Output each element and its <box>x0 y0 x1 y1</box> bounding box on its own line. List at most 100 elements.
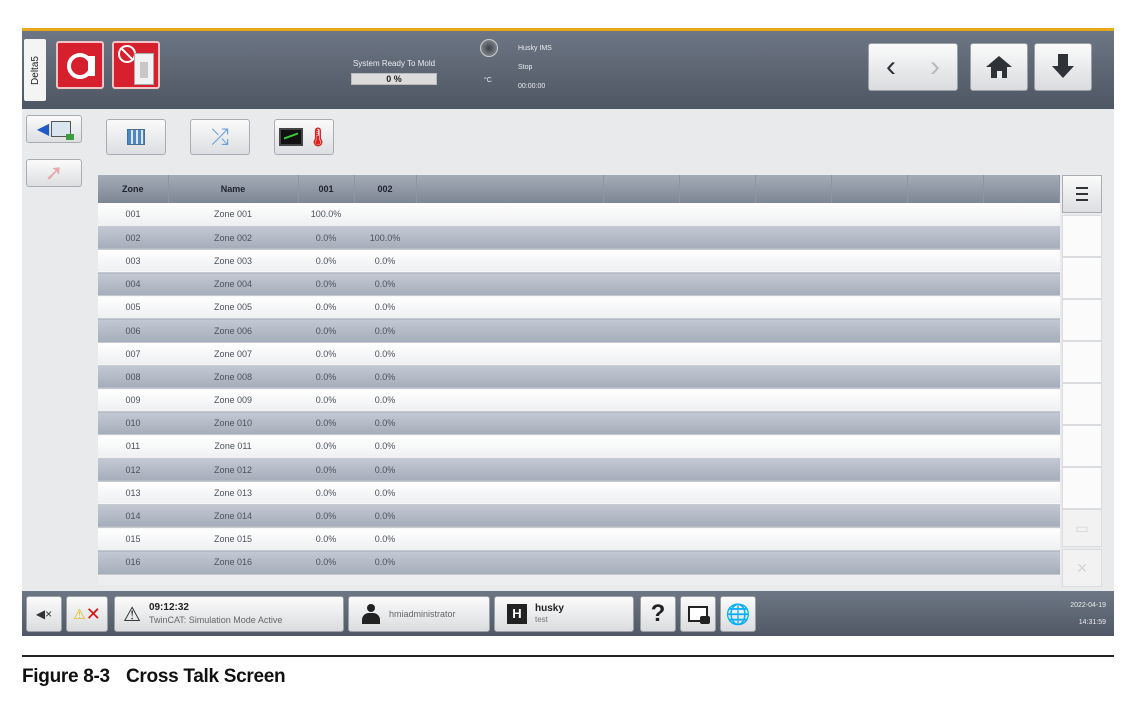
cell-002[interactable]: 100.0% <box>354 226 416 250</box>
table-row[interactable]: 003 Zone 003 0.0% 0.0% <box>98 249 1060 274</box>
side-slot[interactable] <box>1062 425 1102 467</box>
cell-002[interactable]: 0.0% <box>354 527 416 552</box>
mute-button[interactable]: ◀× <box>26 596 62 632</box>
message-button[interactable]: ⚠ 09:12:32 TwinCAT: Simulation Mode Acti… <box>114 596 344 632</box>
table-row[interactable]: 010 Zone 010 0.0% 0.0% <box>98 411 1060 436</box>
network-back-button[interactable]: ◀ <box>26 115 82 143</box>
cell-empty <box>831 318 908 343</box>
delta-tab[interactable]: Delta5 <box>24 39 46 101</box>
cell-002[interactable]: 0.0% <box>354 550 416 575</box>
cell-001[interactable]: 0.0% <box>298 481 354 505</box>
table-row[interactable]: 005 Zone 005 0.0% 0.0% <box>98 295 1060 320</box>
side-slot[interactable] <box>1062 299 1102 341</box>
cell-002[interactable]: 0.0% <box>354 458 416 482</box>
monitor-temperature-button[interactable]: 🌡 <box>274 119 334 155</box>
side-slot[interactable] <box>1062 383 1102 425</box>
cell-001[interactable]: 0.0% <box>298 249 354 274</box>
cell-001[interactable]: 0.0% <box>298 458 354 482</box>
cell-001[interactable]: 0.0% <box>298 318 354 343</box>
cell-001[interactable]: 0.0% <box>298 272 354 297</box>
cell-001[interactable]: 0.0% <box>298 504 354 529</box>
cell-002[interactable]: 0.0% <box>354 342 416 366</box>
cell-002[interactable]: 0.0% <box>354 249 416 274</box>
table-row[interactable]: 004 Zone 004 0.0% 0.0% <box>98 272 1060 297</box>
table-row[interactable]: 012 Zone 012 0.0% 0.0% <box>98 458 1060 482</box>
cell-zone: 011 <box>98 434 168 459</box>
help-button[interactable]: ? <box>640 596 676 632</box>
table-row[interactable]: 001 Zone 001 100.0% <box>98 203 1060 227</box>
cell-001[interactable]: 100.0% <box>298 203 354 227</box>
mold-status-button[interactable] <box>112 41 160 89</box>
forward-button[interactable]: › <box>913 52 957 82</box>
cell-001[interactable]: 0.0% <box>298 434 354 459</box>
cell-001[interactable]: 0.0% <box>298 226 354 250</box>
help-icon: ? <box>650 600 666 627</box>
cell-empty <box>831 226 908 250</box>
cell-002[interactable]: 0.0% <box>354 504 416 529</box>
warning-icon: ⚠ <box>123 603 141 626</box>
cell-001[interactable]: 0.0% <box>298 550 354 575</box>
cell-002[interactable]: 0.0% <box>354 295 416 320</box>
cell-002[interactable]: 0.0% <box>354 365 416 390</box>
screenshot-button[interactable] <box>680 596 716 632</box>
cell-001[interactable]: 0.0% <box>298 295 354 320</box>
caption-rule <box>22 655 1114 657</box>
table-row[interactable]: 016 Zone 016 0.0% 0.0% <box>98 550 1060 575</box>
table-row[interactable]: 011 Zone 011 0.0% 0.0% <box>98 434 1060 459</box>
side-slot[interactable] <box>1062 467 1102 509</box>
user-button[interactable]: hmiadministrator <box>348 596 490 632</box>
cell-zone: 006 <box>98 318 168 343</box>
cell-001[interactable]: 0.0% <box>298 527 354 552</box>
cell-empty <box>755 550 832 575</box>
cell-002[interactable]: 0.0% <box>354 481 416 505</box>
table-view-button[interactable] <box>106 119 166 155</box>
cell-empty <box>983 203 1060 227</box>
cell-002[interactable]: 0.0% <box>354 388 416 413</box>
cell-002[interactable]: 0.0% <box>354 411 416 436</box>
alarm-button[interactable]: ⚠ ✕ <box>66 596 108 632</box>
download-button[interactable] <box>1034 43 1092 91</box>
table-row[interactable]: 013 Zone 013 0.0% 0.0% <box>98 481 1060 505</box>
alarm-status-button[interactable] <box>56 41 104 89</box>
cell-002[interactable] <box>354 203 416 227</box>
menu-button[interactable] <box>1062 175 1102 213</box>
back-button[interactable]: ‹ <box>869 52 913 82</box>
column-header-002[interactable]: 002 <box>354 175 417 203</box>
cell-001[interactable]: 0.0% <box>298 365 354 390</box>
cell-001[interactable]: 0.0% <box>298 342 354 366</box>
cell-001[interactable]: 0.0% <box>298 388 354 413</box>
shuffle-button[interactable]: ⤮ <box>190 119 250 155</box>
cell-002[interactable]: 0.0% <box>354 434 416 459</box>
cell-002[interactable]: 0.0% <box>354 318 416 343</box>
husky-button[interactable]: H husky test <box>494 596 634 632</box>
cell-002[interactable]: 0.0% <box>354 272 416 297</box>
disabled-save-button[interactable]: ▭ <box>1062 509 1102 547</box>
cross-talk-button[interactable]: ➚ <box>26 159 82 187</box>
side-slot[interactable] <box>1062 341 1102 383</box>
bottom-bar: ◀× ⚠ ✕ ⚠ 09:12:32 TwinCAT: Simulation Mo… <box>22 591 1114 636</box>
table-row[interactable]: 006 Zone 006 0.0% 0.0% <box>98 318 1060 343</box>
side-slot[interactable] <box>1062 257 1102 299</box>
cell-empty <box>755 342 832 366</box>
column-header-name[interactable]: Name <box>168 175 299 203</box>
column-header-001[interactable]: 001 <box>298 175 355 203</box>
cell-empty <box>831 342 908 366</box>
table-row[interactable]: 014 Zone 014 0.0% 0.0% <box>98 504 1060 529</box>
table-row[interactable]: 007 Zone 007 0.0% 0.0% <box>98 342 1060 366</box>
cross-talk-icon: ➚ <box>44 160 64 185</box>
cell-empty <box>907 481 984 505</box>
cell-empty <box>603 318 680 343</box>
table-row[interactable]: 002 Zone 002 0.0% 100.0% <box>98 226 1060 250</box>
column-header-empty <box>983 175 1060 203</box>
table-row[interactable]: 009 Zone 009 0.0% 0.0% <box>98 388 1060 413</box>
cell-001[interactable]: 0.0% <box>298 411 354 436</box>
table-row[interactable]: 008 Zone 008 0.0% 0.0% <box>98 365 1060 390</box>
table-row[interactable]: 015 Zone 015 0.0% 0.0% <box>98 527 1060 552</box>
language-button[interactable]: 🌐 <box>720 596 756 632</box>
cell-empty <box>679 318 756 343</box>
disabled-clear-button[interactable]: ✕ <box>1062 549 1102 587</box>
cell-empty <box>907 504 984 529</box>
side-slot[interactable] <box>1062 215 1102 257</box>
home-button[interactable] <box>970 43 1028 91</box>
column-header-zone[interactable]: Zone <box>98 175 169 203</box>
